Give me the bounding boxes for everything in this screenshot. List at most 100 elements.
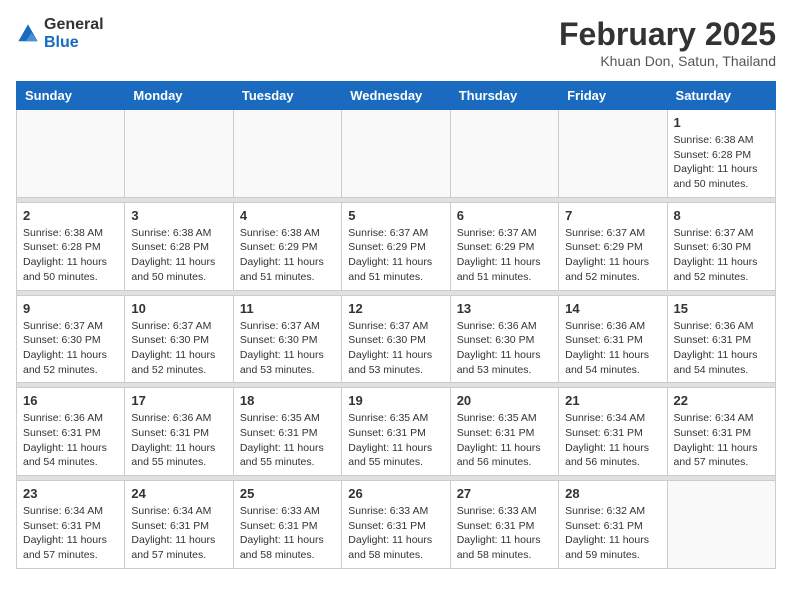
calendar-cell: 13Sunrise: 6:36 AM Sunset: 6:30 PM Dayli…: [450, 295, 558, 383]
day-number: 27: [457, 486, 552, 501]
day-number: 25: [240, 486, 335, 501]
day-info: Sunrise: 6:36 AM Sunset: 6:31 PM Dayligh…: [131, 411, 226, 470]
calendar-cell: [125, 110, 233, 198]
day-info: Sunrise: 6:34 AM Sunset: 6:31 PM Dayligh…: [131, 504, 226, 563]
calendar-cell: 17 Sunrise: 6:36 AM Sunset: 6:31 PM Dayli…: [125, 388, 233, 476]
day-info: Sunrise: 6:37 AM Sunset: 6:30 PM Dayligh…: [674, 226, 769, 285]
logo-blue: Blue: [44, 34, 104, 52]
day-number: 13: [457, 301, 552, 316]
calendar-cell: [559, 110, 667, 198]
calendar-week-3: 9 Sunrise: 6:37 AM Sunset: 6:30 PM Daylig…: [17, 295, 776, 383]
location-subtitle: Khuan Don, Satun, Thailand: [559, 53, 776, 69]
day-info: Sunrise: 6:37 AM Sunset: 6:30 PM Dayligh…: [131, 319, 226, 378]
day-number: 14: [565, 301, 660, 316]
day-info: Sunrise: 6:38 AM Sunset: 6:28 PM Dayligh…: [674, 133, 769, 192]
calendar-cell: 8 Sunrise: 6:37 AM Sunset: 6:30 PM Daylig…: [667, 202, 775, 290]
day-info: Sunrise: 6:35 AM Sunset: 6:31 PM Dayligh…: [457, 411, 552, 470]
day-number: 28: [565, 486, 660, 501]
title-block: February 2025 Khuan Don, Satun, Thailand: [559, 16, 776, 69]
calendar-week-4: 16 Sunrise: 6:36 AM Sunset: 6:31 PM Dayli…: [17, 388, 776, 476]
calendar-week-2: 2 Sunrise: 6:38 AM Sunset: 6:28 PM Daylig…: [17, 202, 776, 290]
day-info: Sunrise: 6:37 AM Sunset: 6:29 PM Dayligh…: [348, 226, 443, 285]
day-info: Sunrise: 6:38 AM Sunset: 6:28 PM Dayligh…: [131, 226, 226, 285]
calendar-cell: 11 Sunrise: 6:37 AM Sunset: 6:30 PM Dayli…: [233, 295, 341, 383]
calendar-cell: [667, 481, 775, 569]
day-info: Sunrise: 6:38 AM Sunset: 6:28 PM Dayligh…: [23, 226, 118, 285]
calendar-cell: [342, 110, 450, 198]
day-number: 8: [674, 208, 769, 223]
calendar-cell: 25 Sunrise: 6:33 AM Sunset: 6:31 PM Dayli…: [233, 481, 341, 569]
day-info: Sunrise: 6:32 AM Sunset: 6:31 PM Dayligh…: [565, 504, 660, 563]
weekday-header-sunday: Sunday: [17, 82, 125, 110]
day-info: Sunrise: 6:34 AM Sunset: 6:31 PM Dayligh…: [674, 411, 769, 470]
day-number: 22: [674, 393, 769, 408]
day-number: 5: [348, 208, 443, 223]
calendar-cell: 14 Sunrise: 6:36 AM Sunset: 6:31 PM Dayli…: [559, 295, 667, 383]
day-info: Sunrise: 6:33 AM Sunset: 6:31 PM Dayligh…: [348, 504, 443, 563]
calendar-cell: 16 Sunrise: 6:36 AM Sunset: 6:31 PM Dayli…: [17, 388, 125, 476]
day-info: Sunrise: 6:33 AM Sunset: 6:31 PM Dayligh…: [457, 504, 552, 563]
day-info: Sunrise: 6:33 AM Sunset: 6:31 PM Dayligh…: [240, 504, 335, 563]
weekday-header-friday: Friday: [559, 82, 667, 110]
day-number: 6: [457, 208, 552, 223]
day-info: Sunrise: 6:34 AM Sunset: 6:31 PM Dayligh…: [23, 504, 118, 563]
calendar-cell: [233, 110, 341, 198]
month-year-title: February 2025: [559, 16, 776, 53]
calendar-cell: 18 Sunrise: 6:35 AM Sunset: 6:31 PM Dayli…: [233, 388, 341, 476]
weekday-header-wednesday: Wednesday: [342, 82, 450, 110]
calendar-cell: [450, 110, 558, 198]
calendar-cell: 28 Sunrise: 6:32 AM Sunset: 6:31 PM Dayli…: [559, 481, 667, 569]
day-info: Sunrise: 6:34 AM Sunset: 6:31 PM Dayligh…: [565, 411, 660, 470]
weekday-header-thursday: Thursday: [450, 82, 558, 110]
day-info: Sunrise: 6:36 AM Sunset: 6:31 PM Dayligh…: [565, 319, 660, 378]
day-number: 26: [348, 486, 443, 501]
day-info: Sunrise: 6:37 AM Sunset: 6:30 PM Dayligh…: [240, 319, 335, 378]
calendar-cell: 10 Sunrise: 6:37 AM Sunset: 6:30 PM Dayli…: [125, 295, 233, 383]
day-number: 1: [674, 115, 769, 130]
day-info: Sunrise: 6:37 AM Sunset: 6:30 PM Dayligh…: [348, 319, 443, 378]
day-number: 9: [23, 301, 118, 316]
calendar-cell: 26 Sunrise: 6:33 AM Sunset: 6:31 PM Dayli…: [342, 481, 450, 569]
generalblue-icon: [16, 22, 40, 46]
calendar-cell: 19Sunrise: 6:35 AM Sunset: 6:31 PM Dayli…: [342, 388, 450, 476]
day-number: 21: [565, 393, 660, 408]
page-header: General Blue February 2025 Khuan Don, Sa…: [16, 16, 776, 69]
day-info: Sunrise: 6:38 AM Sunset: 6:29 PM Dayligh…: [240, 226, 335, 285]
calendar-table: SundayMondayTuesdayWednesdayThursdayFrid…: [16, 81, 776, 569]
calendar-cell: 5 Sunrise: 6:37 AM Sunset: 6:29 PM Daylig…: [342, 202, 450, 290]
calendar-cell: 12Sunrise: 6:37 AM Sunset: 6:30 PM Dayli…: [342, 295, 450, 383]
calendar-week-5: 23 Sunrise: 6:34 AM Sunset: 6:31 PM Dayli…: [17, 481, 776, 569]
calendar-cell: 9 Sunrise: 6:37 AM Sunset: 6:30 PM Daylig…: [17, 295, 125, 383]
calendar-cell: 27 Sunrise: 6:33 AM Sunset: 6:31 PM Dayli…: [450, 481, 558, 569]
day-number: 23: [23, 486, 118, 501]
calendar-week-1: 1 Sunrise: 6:38 AM Sunset: 6:28 PM Daylig…: [17, 110, 776, 198]
day-number: 15: [674, 301, 769, 316]
calendar-cell: 7Sunrise: 6:37 AM Sunset: 6:29 PM Daylig…: [559, 202, 667, 290]
day-number: 16: [23, 393, 118, 408]
logo-general: General: [44, 16, 104, 34]
day-number: 24: [131, 486, 226, 501]
weekday-header-tuesday: Tuesday: [233, 82, 341, 110]
day-number: 17: [131, 393, 226, 408]
day-number: 20: [457, 393, 552, 408]
day-number: 3: [131, 208, 226, 223]
day-info: Sunrise: 6:37 AM Sunset: 6:29 PM Dayligh…: [457, 226, 552, 285]
day-number: 2: [23, 208, 118, 223]
day-info: Sunrise: 6:35 AM Sunset: 6:31 PM Dayligh…: [240, 411, 335, 470]
weekday-header-row: SundayMondayTuesdayWednesdayThursdayFrid…: [17, 82, 776, 110]
logo: General Blue: [16, 16, 104, 51]
day-info: Sunrise: 6:37 AM Sunset: 6:30 PM Dayligh…: [23, 319, 118, 378]
calendar-cell: 23 Sunrise: 6:34 AM Sunset: 6:31 PM Dayli…: [17, 481, 125, 569]
calendar-cell: 21 Sunrise: 6:34 AM Sunset: 6:31 PM Dayli…: [559, 388, 667, 476]
calendar-cell: 2 Sunrise: 6:38 AM Sunset: 6:28 PM Daylig…: [17, 202, 125, 290]
day-number: 11: [240, 301, 335, 316]
calendar-cell: 22 Sunrise: 6:34 AM Sunset: 6:31 PM Dayli…: [667, 388, 775, 476]
calendar-cell: [17, 110, 125, 198]
day-info: Sunrise: 6:36 AM Sunset: 6:31 PM Dayligh…: [23, 411, 118, 470]
calendar-cell: 6 Sunrise: 6:37 AM Sunset: 6:29 PM Daylig…: [450, 202, 558, 290]
day-number: 18: [240, 393, 335, 408]
day-info: Sunrise: 6:36 AM Sunset: 6:31 PM Dayligh…: [674, 319, 769, 378]
day-info: Sunrise: 6:35 AM Sunset: 6:31 PM Dayligh…: [348, 411, 443, 470]
day-number: 10: [131, 301, 226, 316]
calendar-cell: 1 Sunrise: 6:38 AM Sunset: 6:28 PM Daylig…: [667, 110, 775, 198]
